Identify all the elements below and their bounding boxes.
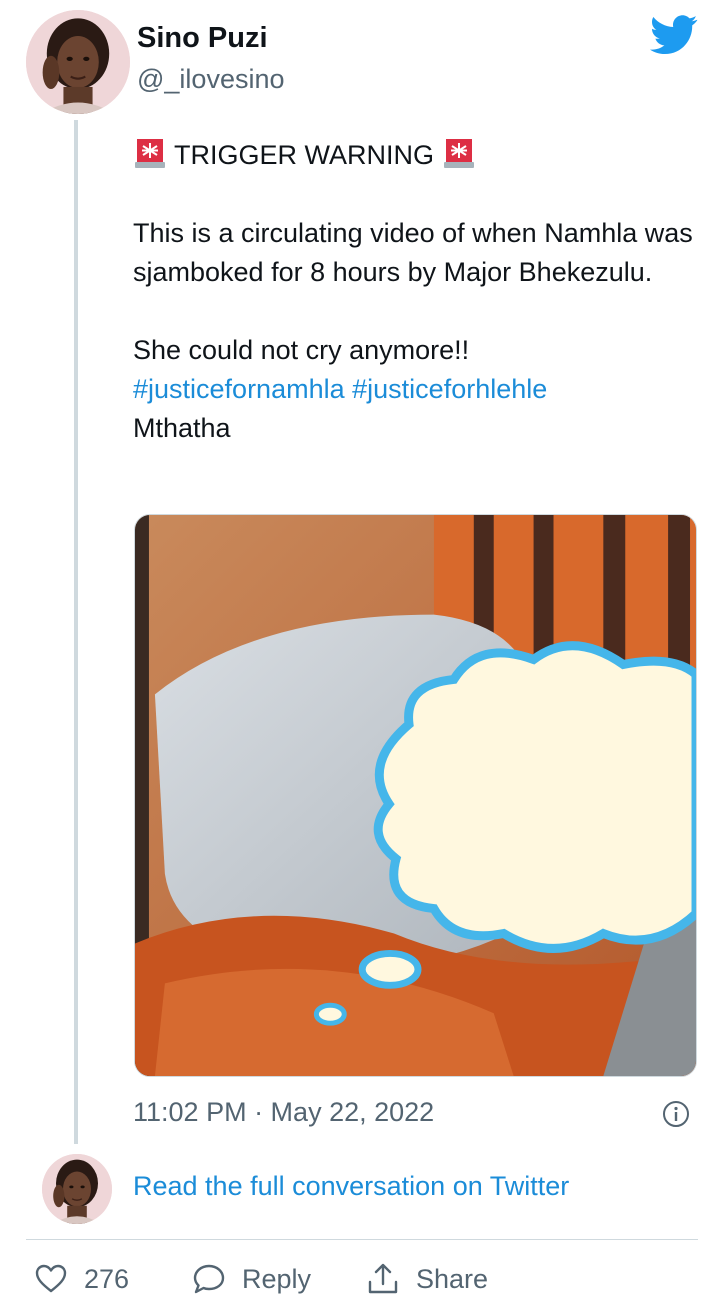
share-icon — [368, 1263, 398, 1294]
trigger-warning-label: TRIGGER WARNING — [174, 140, 435, 170]
actions-divider — [26, 1239, 698, 1240]
author-avatar-small[interactable] — [42, 1154, 112, 1224]
hashtag-justicefornamhla[interactable]: #justicefornamhla — [133, 374, 345, 404]
tweet-video-thumbnail[interactable] — [134, 514, 697, 1077]
trigger-warning-line: TRIGGER WARNING — [133, 136, 693, 175]
heart-icon — [35, 1264, 67, 1293]
police-light-emoji-icon — [443, 139, 474, 168]
location-line: Mthatha — [133, 413, 231, 443]
tweet-body: TRIGGER WARNING This is a circulating vi… — [133, 136, 693, 448]
twitter-bird-icon[interactable] — [650, 14, 698, 56]
thread-connector-line — [74, 120, 78, 1144]
reply-label: Reply — [242, 1263, 312, 1294]
reply-button[interactable]: Reply — [192, 1262, 311, 1296]
like-count: 276 — [84, 1263, 130, 1294]
read-full-conversation-link[interactable]: Read the full conversation on Twitter — [133, 1171, 569, 1202]
hashtag-line: #justicefornamhla #justiceforhlehle — [133, 370, 693, 409]
like-button[interactable]: 276 — [34, 1262, 129, 1296]
share-label: Share — [416, 1263, 489, 1294]
tweet-paragraph-2: She could not cry anymore!! — [133, 335, 470, 365]
info-icon[interactable] — [662, 1100, 690, 1128]
author-handle[interactable]: @_ilovesino — [137, 64, 285, 95]
author-display-name[interactable]: Sino Puzi — [137, 22, 268, 55]
share-button[interactable]: Share — [366, 1262, 488, 1296]
reply-bubble-icon — [193, 1264, 225, 1294]
author-avatar[interactable] — [26, 10, 130, 114]
tweet-timestamp[interactable]: 11:02 PM · May 22, 2022 — [133, 1097, 434, 1128]
hashtag-justiceforhlehle[interactable]: #justiceforhlehle — [352, 374, 547, 404]
police-light-emoji-icon — [135, 139, 165, 168]
tweet-paragraph-1: This is a circulating video of when Namh… — [133, 218, 693, 287]
